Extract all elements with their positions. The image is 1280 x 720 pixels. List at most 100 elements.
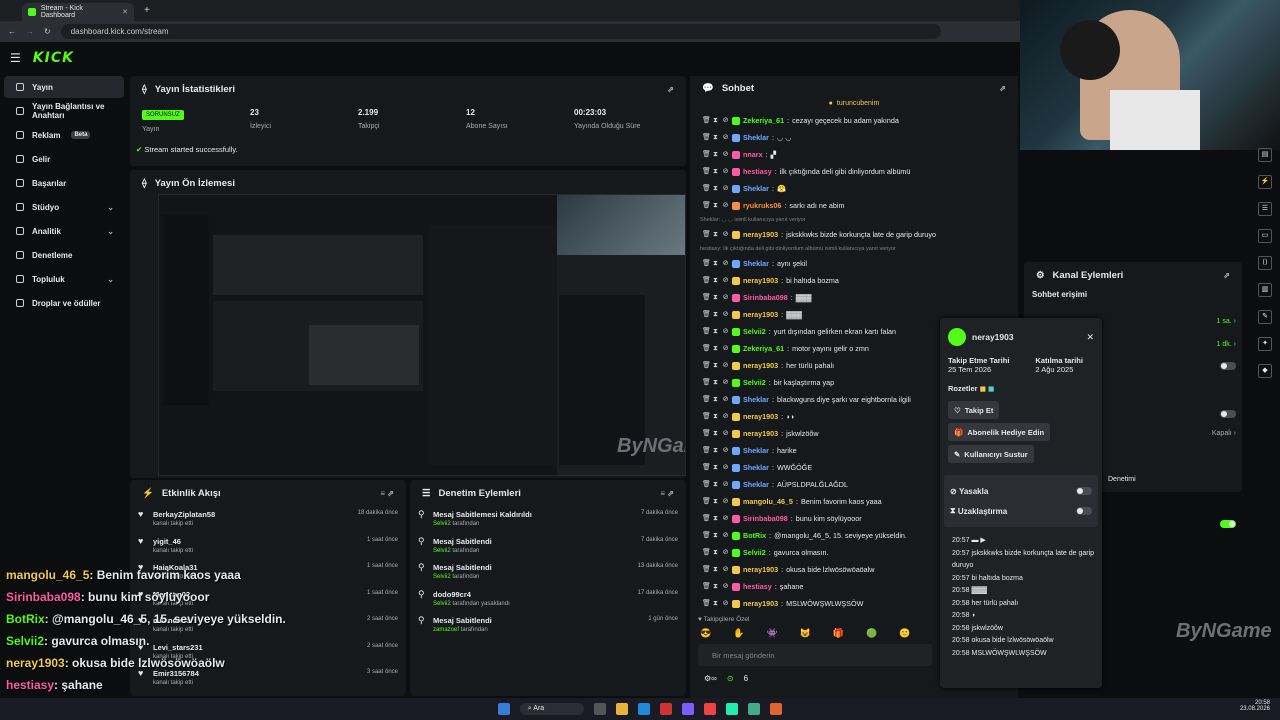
chat-input[interactable]: Bir mesaj gönderin xyxy=(698,644,932,666)
ban-icon[interactable]: ⊘ xyxy=(722,549,729,556)
settings-icon[interactable]: ✦ xyxy=(1258,337,1272,351)
timeout-icon[interactable]: ⧗ xyxy=(712,481,719,488)
mode-value[interactable]: Kapalı › xyxy=(1212,430,1236,437)
sidebar-item[interactable]: Topluluk ⌄ xyxy=(4,268,124,290)
timeout-icon[interactable]: ⧗ xyxy=(712,117,719,124)
mod-by[interactable]: Selvii2 xyxy=(433,601,451,607)
ban-icon[interactable]: ⊘ xyxy=(722,532,729,539)
filter-icon[interactable]: ≡ ⇗ xyxy=(380,489,394,498)
new-tab-button[interactable]: + xyxy=(144,5,150,16)
chat-message[interactable]: 🗑 ⧗ ⊘ hestiasy: ilk çıktığında deli gibi din… xyxy=(690,163,1018,180)
app-icon[interactable] xyxy=(748,703,761,715)
chat-username[interactable]: Sheklar xyxy=(743,184,769,193)
server-icon[interactable]: ▥ xyxy=(1258,283,1272,297)
sidebar-item[interactable]: Droplar ve ödüller xyxy=(4,292,124,314)
timeout-icon[interactable]: ⧗ xyxy=(712,430,719,437)
chat-username[interactable]: Sheklar xyxy=(743,259,769,268)
delete-icon[interactable]: 🗑 xyxy=(702,549,711,556)
timeout-icon[interactable]: ⧗ xyxy=(712,600,719,607)
edge-icon[interactable] xyxy=(638,703,651,715)
emote-icon[interactable]: 🙂 xyxy=(899,628,910,639)
app-icon[interactable] xyxy=(682,703,695,715)
ban-icon[interactable]: ⊘ xyxy=(722,311,729,318)
ban-icon[interactable]: ⊘ xyxy=(722,168,729,175)
sidebar-item[interactable]: Analitik ⌄ xyxy=(4,220,124,242)
close-icon[interactable]: ✕ xyxy=(1086,332,1094,343)
timeout-icon[interactable]: ⧗ xyxy=(712,583,719,590)
settings-icon[interactable]: ⚙∞ xyxy=(704,674,717,683)
delete-icon[interactable]: 🗑 xyxy=(702,498,711,505)
tool-icon[interactable]: ▤ xyxy=(1258,148,1272,162)
delete-icon[interactable]: 🗑 xyxy=(702,515,711,522)
ban-icon[interactable]: ⊘ xyxy=(722,481,729,488)
chat-username[interactable]: nnarx xyxy=(743,150,763,159)
delete-icon[interactable]: 🗑 xyxy=(702,260,711,267)
delete-icon[interactable]: 🗑 xyxy=(702,379,711,386)
list-icon[interactable]: ☰ xyxy=(1258,202,1272,216)
timeout-icon[interactable]: ⧗ xyxy=(712,447,719,454)
chat-username[interactable]: neray1903 xyxy=(743,599,778,608)
chat-popout-icon[interactable]: ⇗ xyxy=(999,84,1006,93)
delete-icon[interactable]: 🗑 xyxy=(702,362,711,369)
delete-icon[interactable]: 🗑 xyxy=(702,151,711,158)
timeout-icon[interactable]: ⧗ xyxy=(712,345,719,352)
chat-username[interactable]: neray1903 xyxy=(743,310,778,319)
pinned-bar[interactable]: ● turuncubenim xyxy=(690,100,1018,112)
sidebar-item[interactable]: Stüdyo ⌄ xyxy=(4,196,124,218)
chat-username[interactable]: Selvii2 xyxy=(743,378,766,387)
delete-icon[interactable]: 🗑 xyxy=(702,185,711,192)
toggle-1[interactable] xyxy=(1220,362,1236,370)
chat-username[interactable]: neray1903 xyxy=(743,565,778,574)
delete-icon[interactable]: 🗑 xyxy=(702,464,711,471)
channel-actions-popout[interactable]: ⇗ xyxy=(1223,271,1230,280)
chat-username[interactable]: Sirinbaba098 xyxy=(743,514,788,523)
chat-username[interactable]: Sheklar xyxy=(743,463,769,472)
clock[interactable]: 20:58 23.08.2026 xyxy=(1240,700,1270,712)
chat-username[interactable]: Selvii2 xyxy=(743,548,766,557)
emote-icon[interactable]: 👾 xyxy=(766,628,777,639)
ban-icon[interactable]: ⊘ xyxy=(722,566,729,573)
mute-user-button[interactable]: ✎ Kullanıcıyı Sustur xyxy=(948,445,1034,463)
browser-tab[interactable]: Stream - Kick Dashboard ✕ xyxy=(22,3,134,21)
chat-username[interactable]: Sheklar xyxy=(743,395,769,404)
timeout-icon[interactable]: ⧗ xyxy=(712,532,719,539)
emote-icon[interactable]: ✋ xyxy=(733,628,744,639)
timeout-icon[interactable]: ⧗ xyxy=(712,515,719,522)
bolt-icon[interactable]: ⚡ xyxy=(1258,175,1272,189)
chat-message[interactable]: 🗑 ⧗ ⊘ ryukruks06: sarkı adı ne abim xyxy=(690,197,1018,214)
app-icon[interactable] xyxy=(660,703,673,715)
timeout-icon[interactable]: ⧗ xyxy=(712,260,719,267)
chat-message[interactable]: 🗑 ⧗ ⊘ Sheklar: aynı şekil xyxy=(690,255,1018,272)
chat-message[interactable]: 🗑 ⧗ ⊘ neray1903: jskskkwks bizde korkunçta l… xyxy=(690,226,1018,243)
mod-filter-icon[interactable]: ≡ ⇗ xyxy=(660,489,674,498)
chat-username[interactable]: Sheklar xyxy=(743,480,769,489)
ban-icon[interactable]: ⊘ xyxy=(722,117,729,124)
chat-username[interactable]: mangolu_46_5 xyxy=(743,497,793,506)
chat-username[interactable]: Zekeriya_61 xyxy=(743,116,784,125)
emote-icon[interactable]: 🟢 xyxy=(866,628,877,639)
mod-by[interactable]: Selvii2 xyxy=(433,521,451,527)
wrench-icon[interactable]: ✎ xyxy=(1258,310,1272,324)
chat-username[interactable]: hestiasy xyxy=(743,167,772,176)
timeout-icon[interactable]: ⧗ xyxy=(712,379,719,386)
delete-icon[interactable]: 🗑 xyxy=(702,447,711,454)
hamburger-menu-icon[interactable]: ☰ xyxy=(10,51,21,65)
ban-icon[interactable]: ⊘ xyxy=(722,294,729,301)
ban-icon[interactable]: ⊘ xyxy=(722,202,729,209)
task-view-icon[interactable] xyxy=(594,703,607,715)
delete-icon[interactable]: 🗑 xyxy=(702,328,711,335)
reload-icon[interactable]: ↻ xyxy=(44,27,51,36)
timeout-icon[interactable]: ⧗ xyxy=(712,549,719,556)
slow-mode-value[interactable]: 1 sa. › xyxy=(1217,318,1236,325)
timeout-icon[interactable]: ⧗ xyxy=(712,151,719,158)
emote-icon[interactable]: 🎁 xyxy=(833,628,844,639)
ban-icon[interactable]: ⊘ xyxy=(722,231,729,238)
timeout-icon[interactable]: ⧗ xyxy=(712,185,719,192)
timeout-icon[interactable]: ⧗ xyxy=(712,134,719,141)
chat-message[interactable]: 🗑 ⧗ ⊘ Sirinbaba098: ▓▓▓ xyxy=(690,289,1018,306)
ban-icon[interactable]: ⊘ xyxy=(722,134,729,141)
delete-icon[interactable]: 🗑 xyxy=(702,134,711,141)
follow-button[interactable]: ♡ Takip Et xyxy=(948,401,1000,419)
mod-by[interactable]: zamazoef xyxy=(433,627,459,633)
ban-icon[interactable]: ⊘ xyxy=(722,277,729,284)
